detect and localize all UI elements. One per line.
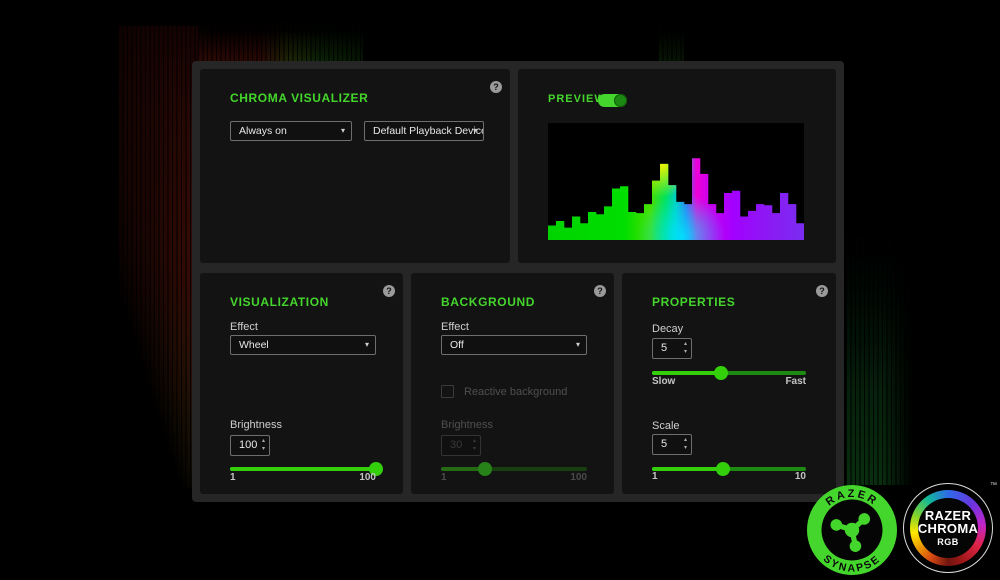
slider-track[interactable]	[652, 371, 806, 375]
help-icon[interactable]: ?	[383, 285, 395, 297]
background-brightness-spinner: 30 ▴▾	[441, 435, 481, 456]
chevron-down-icon: ▾	[341, 122, 345, 140]
preview-screen	[548, 123, 804, 240]
chroma-badge-center: RAZER CHROMA RGB	[918, 498, 978, 558]
scale-label: Scale	[652, 420, 680, 432]
background-visualizer-green-glow	[846, 235, 914, 485]
decay-range-labels: Slow Fast	[652, 376, 806, 387]
effect-label: Effect	[230, 321, 258, 333]
preview-panel: PREVIEW	[518, 69, 836, 263]
slider-fill	[652, 371, 721, 375]
scale-spinner[interactable]: 5 ▴▾	[652, 434, 692, 455]
spinner-up-icon[interactable]: ▴	[684, 436, 687, 444]
effect-label: Effect	[441, 321, 469, 333]
checkbox-icon[interactable]	[441, 385, 454, 398]
decay-spinner[interactable]: 5 ▴▾	[652, 338, 692, 359]
help-icon[interactable]: ?	[594, 285, 606, 297]
properties-title: PROPERTIES	[652, 295, 735, 309]
background-effect-dropdown[interactable]: Off ▾	[441, 335, 587, 355]
brightness-label: Brightness	[441, 419, 493, 431]
preview-toggle[interactable]	[598, 94, 627, 107]
spinner-up-icon: ▴	[473, 437, 476, 445]
chroma-visualizer-title: CHROMA VISUALIZER	[230, 91, 368, 105]
slider-max-label: 100	[359, 472, 376, 483]
visualization-title: VISUALIZATION	[230, 295, 329, 309]
chevron-down-icon: ▾	[365, 336, 369, 354]
chevron-down-icon: ▾	[473, 122, 477, 140]
scale-range-labels: 1 10	[652, 471, 806, 482]
slider-min-label: 1	[230, 472, 236, 483]
visualization-panel: VISUALIZATION ? Effect Wheel ▾ Brightnes…	[200, 273, 403, 494]
spinner-steppers: ▴▾	[473, 437, 476, 453]
spinner-up-icon[interactable]: ▴	[262, 437, 265, 445]
spinner-steppers[interactable]: ▴▾	[262, 437, 265, 453]
playback-device-dropdown[interactable]: Default Playback Device ▾	[364, 121, 484, 141]
decay-min-label: Slow	[652, 376, 675, 387]
chroma-badge-line2: CHROMA	[918, 522, 978, 535]
toggle-knob	[614, 94, 627, 107]
decay-label: Decay	[652, 323, 683, 335]
scale-value: 5	[661, 438, 667, 450]
reactive-background-label: Reactive background	[464, 386, 567, 398]
effect-value: Off	[450, 339, 464, 351]
effect-value: Wheel	[239, 339, 269, 351]
trademark-symbol: ™	[990, 482, 997, 489]
visualizer-mode-value: Always on	[239, 125, 287, 137]
properties-panel: PROPERTIES ? Decay 5 ▴▾ Slow Fast Scale …	[622, 273, 836, 494]
background-title: BACKGROUND	[441, 295, 535, 309]
slider-range-labels: 1 100	[230, 472, 376, 483]
spinner-down-icon[interactable]: ▾	[684, 444, 687, 452]
help-icon[interactable]: ?	[816, 285, 828, 297]
spinner-up-icon[interactable]: ▴	[684, 340, 687, 348]
decay-max-label: Fast	[785, 376, 806, 387]
chevron-down-icon: ▾	[576, 336, 580, 354]
brightness-value: 100	[239, 439, 257, 451]
razer-synapse-badge: RAZER SYNAPSE	[806, 484, 898, 576]
slider-range-labels: 1 100	[441, 472, 587, 483]
brightness-label: Brightness	[230, 419, 282, 431]
playback-device-value: Default Playback Device	[373, 125, 484, 137]
brightness-value: 30	[450, 439, 462, 451]
visualization-effect-dropdown[interactable]: Wheel ▾	[230, 335, 376, 355]
spinner-down-icon[interactable]: ▾	[262, 445, 265, 453]
background-fade	[846, 235, 914, 485]
spectrum-visualization	[548, 123, 804, 240]
spinner-steppers[interactable]: ▴▾	[684, 340, 687, 356]
chroma-visualizer-panel: CHROMA VISUALIZER ? Always on ▾ Default …	[200, 69, 510, 263]
background-panel: BACKGROUND ? Effect Off ▾ Reactive backg…	[411, 273, 614, 494]
slider-track[interactable]	[230, 467, 376, 471]
slider-track	[441, 467, 587, 471]
chroma-badge-line3: RGB	[937, 537, 959, 547]
reactive-background-checkbox-row[interactable]: Reactive background	[441, 385, 567, 398]
scale-max-label: 10	[795, 471, 806, 482]
spinner-down-icon: ▾	[473, 445, 476, 453]
scale-min-label: 1	[652, 471, 658, 482]
slider-min-label: 1	[441, 472, 447, 483]
decay-value: 5	[661, 342, 667, 354]
spinner-down-icon[interactable]: ▾	[684, 348, 687, 356]
visualizer-mode-dropdown[interactable]: Always on ▾	[230, 121, 352, 141]
background-bars-texture	[846, 235, 914, 485]
help-icon[interactable]: ?	[490, 81, 502, 93]
slider-max-label: 100	[570, 472, 587, 483]
slider-fill	[230, 467, 376, 471]
brightness-spinner[interactable]: 100 ▴▾	[230, 435, 270, 456]
spinner-steppers[interactable]: ▴▾	[684, 436, 687, 452]
razer-chroma-rgb-badge: RAZER CHROMA RGB ™	[903, 483, 993, 573]
